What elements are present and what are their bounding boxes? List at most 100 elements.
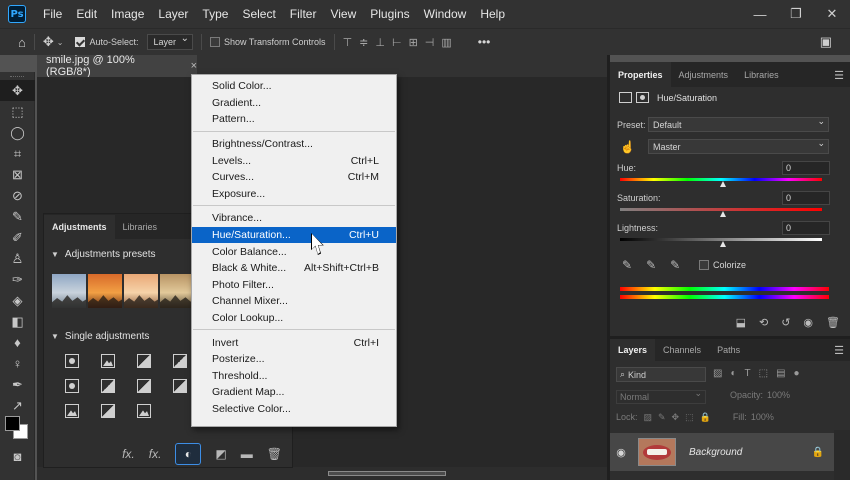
tab-libraries[interactable]: Libraries	[115, 215, 166, 239]
stamp-tool-icon[interactable]: ♙	[0, 248, 35, 269]
align-middle-icon[interactable]: ≑	[359, 36, 368, 49]
auto-select-checkbox[interactable]: Auto-Select:	[75, 37, 139, 47]
channel-mixer-icon[interactable]	[101, 404, 115, 418]
menu-item[interactable]: Gradient...	[192, 95, 396, 112]
menu-item[interactable]: Black & White... Alt+Shift+Ctrl+B	[192, 260, 396, 277]
menu-item[interactable]: Color Lookup...	[192, 310, 396, 327]
menu-item[interactable]: Exposure...	[192, 186, 396, 203]
tab-paths[interactable]: Paths	[709, 339, 748, 361]
align-center-icon[interactable]: ⊞	[409, 36, 418, 49]
menu-file[interactable]: File	[36, 0, 69, 28]
lasso-tool-icon[interactable]: ◯	[0, 122, 35, 143]
photo-filter-icon[interactable]	[65, 404, 79, 418]
align-top-icon[interactable]: ⊤	[343, 36, 353, 49]
tab-properties[interactable]: Properties	[610, 62, 671, 87]
tab-layers[interactable]: Layers	[610, 339, 656, 361]
spot-healing-tool-icon[interactable]: ✎	[0, 206, 35, 227]
auto-select-target-dropdown[interactable]: Layer	[146, 33, 194, 50]
eyedropper-tool-icon[interactable]: ⊘	[0, 185, 35, 206]
adjustment-filter-icon[interactable]: ◐	[730, 368, 736, 379]
menu-item[interactable]: Color Balance...	[192, 243, 396, 260]
more-options-icon[interactable]: •••	[478, 35, 491, 49]
move-tool-icon[interactable]: ✥	[43, 34, 54, 50]
lock-icons[interactable]: ▨✎✥⬚🔒	[644, 412, 717, 423]
brightness-contrast-icon[interactable]	[65, 354, 79, 368]
folder-icon[interactable]: ▬	[241, 447, 253, 461]
tab-adjustments[interactable]: Adjustments	[671, 62, 737, 87]
close-tab-icon[interactable]: ×	[191, 60, 197, 72]
black-white-icon[interactable]	[173, 379, 187, 393]
visibility-eye-icon[interactable]: ◉	[610, 446, 632, 459]
document-tab[interactable]: smile.jpg @ 100% (RGB/8*) ×	[37, 54, 197, 78]
tab-libraries[interactable]: Libraries	[736, 62, 787, 87]
menu-item[interactable]: Brightness/Contrast...	[192, 136, 396, 153]
saturation-value-field[interactable]: 0	[782, 191, 830, 205]
fx-icon[interactable]: fx.	[122, 447, 135, 461]
menu-item[interactable]: Vibrance...	[192, 210, 396, 227]
frame-tool-icon[interactable]: ⊠	[0, 164, 35, 185]
layer-mask-icon[interactable]	[636, 92, 649, 103]
shape-filter-icon[interactable]: ⬚	[759, 368, 768, 379]
horizontal-scrollbar[interactable]	[37, 467, 607, 480]
lock-icon[interactable]: 🔒	[812, 447, 824, 458]
saturation-slider-thumb[interactable]	[720, 211, 726, 217]
layer-filter-dropdown[interactable]: ⌕ Kind	[616, 367, 706, 382]
foreground-color[interactable]	[5, 416, 20, 431]
tab-adjustments[interactable]: Adjustments	[44, 215, 115, 239]
panel-grip[interactable]	[0, 72, 34, 80]
channel-dropdown[interactable]: Master	[648, 138, 829, 154]
menu-image[interactable]: Image	[104, 0, 151, 28]
menu-layer[interactable]: Layer	[151, 0, 195, 28]
color-lookup-icon[interactable]	[137, 404, 151, 418]
fx-icon[interactable]: fx.	[149, 447, 162, 461]
layer-row-background[interactable]: ◉ Background 🔒	[610, 433, 834, 471]
panel-menu-icon[interactable]: ☰	[834, 344, 844, 357]
blend-mode-dropdown[interactable]: Normal	[616, 388, 706, 404]
preset-thumbnail[interactable]	[124, 274, 158, 308]
preset-thumbnail[interactable]	[52, 274, 86, 308]
curves-icon[interactable]	[137, 354, 151, 368]
lightness-slider-thumb[interactable]	[720, 241, 726, 247]
lightness-value-field[interactable]: 0	[782, 221, 830, 235]
eyedropper-minus-icon[interactable]: ✎	[670, 258, 680, 272]
menu-edit[interactable]: Edit	[69, 0, 104, 28]
menu-item[interactable]: Levels... Ctrl+L	[192, 152, 396, 169]
align-right-icon[interactable]: ⊣	[425, 36, 435, 49]
menu-item[interactable]: Selective Color...	[192, 401, 396, 418]
crop-tool-icon[interactable]: ⌗	[0, 143, 35, 164]
menu-item[interactable]: Pattern...	[192, 111, 396, 128]
color-balance-icon[interactable]	[137, 379, 151, 393]
align-bottom-icon[interactable]: ⊥	[375, 36, 385, 49]
preset-dropdown[interactable]: Default	[648, 116, 829, 132]
workspace-icon[interactable]: ▣	[820, 34, 832, 50]
mask-icon[interactable]: ◩	[215, 447, 226, 461]
blur-tool-icon[interactable]: ♦	[0, 332, 35, 353]
eyedropper-plus-icon[interactable]: ✎	[646, 258, 656, 272]
preset-thumbnail[interactable]	[88, 274, 122, 308]
menu-item[interactable]: Posterize...	[192, 351, 396, 368]
menu-type[interactable]: Type	[195, 0, 235, 28]
home-icon[interactable]: ⌂	[18, 35, 26, 50]
eraser-tool-icon[interactable]: ◈	[0, 290, 35, 311]
marquee-tool-icon[interactable]: ⬚	[0, 101, 35, 122]
panel-menu-icon[interactable]: ☰	[834, 69, 844, 82]
menu-plugins[interactable]: Plugins	[363, 0, 416, 28]
vibrance-icon[interactable]	[65, 379, 79, 393]
menu-help[interactable]: Help	[473, 0, 512, 28]
dodge-tool-icon[interactable]: ♀	[0, 353, 35, 374]
menu-item[interactable]: Threshold...	[192, 368, 396, 385]
move-tool-icon[interactable]: ✥	[0, 80, 35, 101]
menu-item[interactable]: Channel Mixer...	[192, 293, 396, 310]
clip-to-layer-icon[interactable]: ⬓	[736, 316, 746, 329]
layer-name[interactable]: Background	[689, 447, 742, 458]
eyedropper-icon[interactable]: ✎	[622, 258, 632, 272]
minimize-icon[interactable]: —	[742, 0, 778, 28]
history-brush-icon[interactable]: ✑	[0, 269, 35, 290]
align-left-icon[interactable]: ⊢	[392, 36, 402, 49]
filter-toggle-icon[interactable]: ●	[794, 368, 800, 379]
shape-tool-icon[interactable]: ↗	[0, 395, 35, 416]
menu-window[interactable]: Window	[417, 0, 474, 28]
close-window-icon[interactable]: ✕	[814, 0, 850, 28]
hue-slider-thumb[interactable]	[720, 181, 726, 187]
adjustment-layer-icon[interactable]: ◐	[175, 443, 202, 465]
